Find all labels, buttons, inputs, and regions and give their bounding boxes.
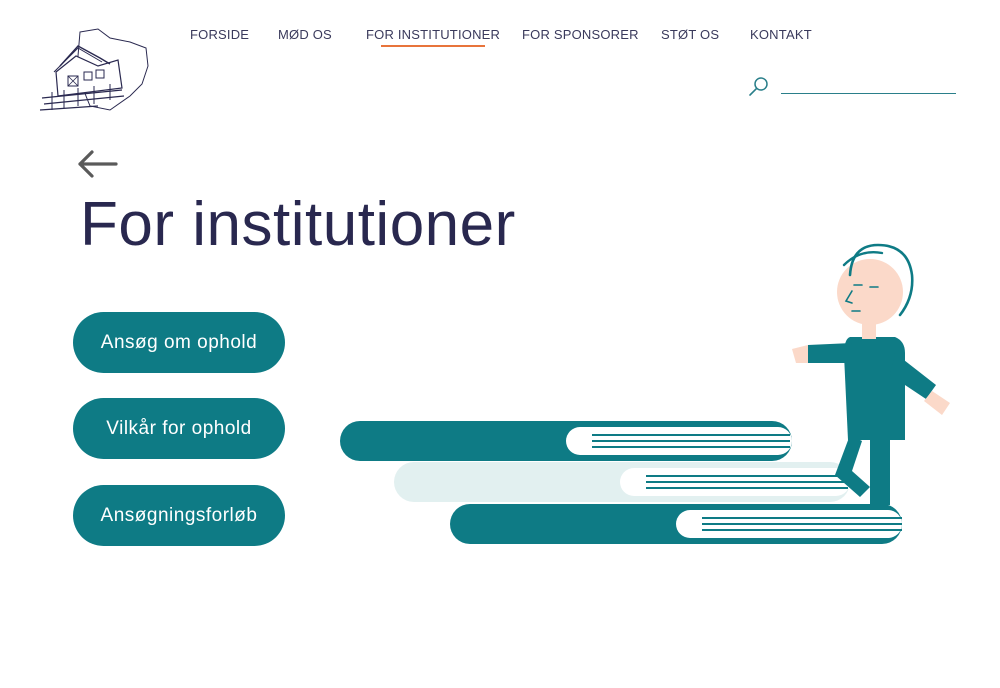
book-top xyxy=(340,421,792,461)
book-middle xyxy=(394,462,850,502)
terms-of-stay-button[interactable]: Vilkår for ophold xyxy=(73,398,285,459)
application-process-button[interactable]: Ansøgningsforløb xyxy=(73,485,285,546)
nav-item-forside[interactable]: FORSIDE xyxy=(190,27,249,42)
main-nav: FORSIDE MØD OS FOR INSTITUTIONER FOR SPO… xyxy=(0,27,1000,51)
arrow-left-icon[interactable] xyxy=(76,148,120,180)
nav-item-stot-os[interactable]: STØT OS xyxy=(661,27,719,42)
books-illustration xyxy=(340,243,950,544)
nav-item-for-institutioner[interactable]: FOR INSTITUTIONER xyxy=(366,27,500,47)
search-icon[interactable] xyxy=(748,75,770,97)
nav-item-mod-os[interactable]: MØD OS xyxy=(278,27,332,42)
nav-item-for-sponsorer[interactable]: FOR SPONSORER xyxy=(522,27,639,42)
nav-item-kontakt[interactable]: KONTAKT xyxy=(750,27,812,42)
search-input[interactable] xyxy=(781,72,956,94)
apply-for-stay-button[interactable]: Ansøg om ophold xyxy=(73,312,285,373)
book-bottom xyxy=(450,504,902,544)
